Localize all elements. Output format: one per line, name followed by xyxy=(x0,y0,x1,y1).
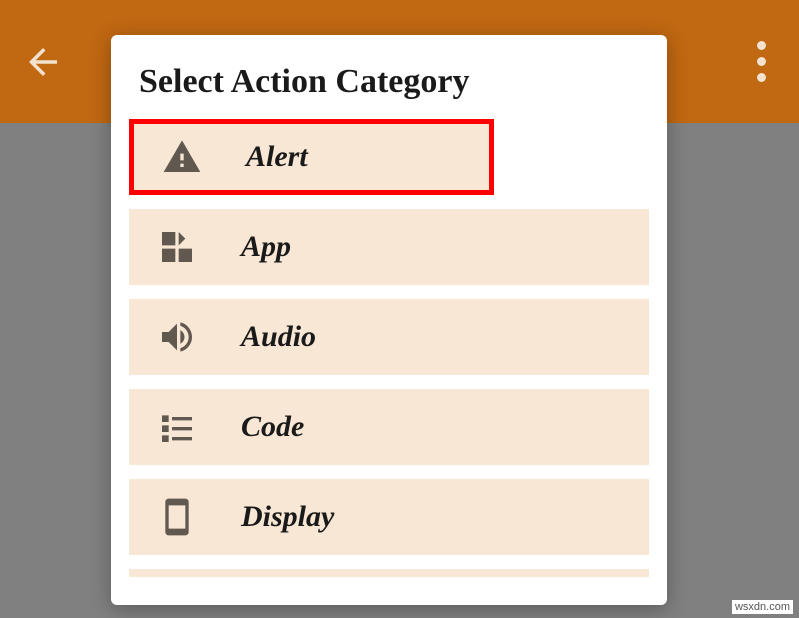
select-action-category-dialog: Select Action Category Alert App Audio C… xyxy=(111,35,667,605)
category-item-code[interactable]: Code xyxy=(129,389,649,465)
category-item-display[interactable]: Display xyxy=(129,479,649,555)
arrow-left-icon xyxy=(22,41,64,83)
menu-dot-icon xyxy=(757,73,766,82)
category-label: App xyxy=(241,230,291,264)
category-label: Display xyxy=(241,500,334,534)
back-button[interactable] xyxy=(18,37,68,87)
code-icon xyxy=(157,407,213,447)
app-icon xyxy=(157,227,213,267)
category-list: Alert App Audio Code Display xyxy=(111,119,667,577)
watermark: wsxdn.com xyxy=(732,600,793,614)
display-icon xyxy=(157,497,213,537)
category-item-partial[interactable] xyxy=(129,569,649,577)
dialog-title: Select Action Category xyxy=(111,63,667,119)
menu-dot-icon xyxy=(757,57,766,66)
category-item-audio[interactable]: Audio xyxy=(129,299,649,375)
category-item-app[interactable]: App xyxy=(129,209,649,285)
audio-icon xyxy=(157,317,213,357)
menu-dot-icon xyxy=(757,41,766,50)
category-label: Code xyxy=(241,410,304,444)
overflow-menu-button[interactable] xyxy=(741,41,781,82)
alert-icon xyxy=(162,137,218,177)
category-item-alert[interactable]: Alert xyxy=(129,119,494,195)
category-label: Audio xyxy=(241,320,316,354)
category-label: Alert xyxy=(246,140,308,174)
